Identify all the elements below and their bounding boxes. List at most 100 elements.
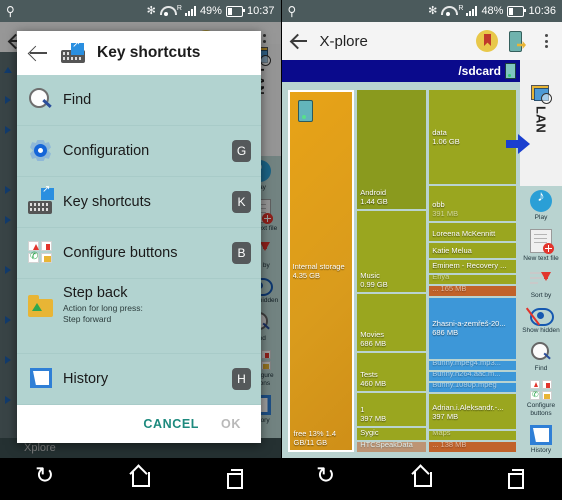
nav-back-icon[interactable] bbox=[316, 467, 340, 491]
treemap-tile[interactable]: Music 0.99 GB bbox=[357, 210, 427, 293]
tile-label: 1 bbox=[360, 404, 365, 414]
button-grid-icon bbox=[530, 380, 552, 400]
bluetooth-icon: ✻ bbox=[146, 4, 156, 17]
tile-size: 397 MB bbox=[360, 413, 387, 423]
keyboard-shortcut-icon bbox=[61, 39, 85, 63]
treemap-tile[interactable]: Movies 686 MB bbox=[357, 294, 427, 351]
dialog-row-key-shortcuts[interactable]: Key shortcuts K bbox=[17, 177, 261, 228]
battery-icon bbox=[225, 5, 245, 17]
tile-label: HTCSpeakData bbox=[360, 442, 413, 449]
treemap-tile[interactable]: HTCSpeakData bbox=[357, 442, 427, 452]
roaming-indicator: R bbox=[176, 5, 182, 12]
treemap-tile[interactable]: Android 1.44 GB bbox=[357, 90, 427, 209]
clock-left: 10:37 bbox=[246, 5, 275, 17]
dialog-item-list[interactable]: Find Configuration G Key shortcuts K bbox=[17, 75, 261, 405]
path-bar[interactable]: /sdcard bbox=[281, 60, 520, 82]
nav-home-icon[interactable] bbox=[128, 467, 152, 491]
dialog-row-label: Key shortcuts bbox=[63, 194, 151, 210]
toolbar-label: Sort by bbox=[530, 292, 552, 299]
overflow-menu-icon[interactable] bbox=[538, 34, 554, 48]
gear-icon bbox=[27, 136, 57, 166]
dialog-row-label: Find bbox=[63, 92, 92, 108]
dialog-row-label: Configure buttons bbox=[63, 245, 178, 261]
roaming-indicator: R bbox=[458, 5, 464, 12]
status-bar-left-icons: ⚲ bbox=[288, 4, 429, 17]
toolbar-label: Show hidden bbox=[522, 327, 560, 334]
dialog-row-configuration[interactable]: Configuration G bbox=[17, 126, 261, 177]
image-search-icon[interactable] bbox=[531, 85, 552, 104]
toolbar-button-find[interactable]: Find bbox=[520, 338, 562, 376]
tile-size: 391 MB bbox=[432, 208, 459, 218]
treemap-view[interactable]: Internal storage 4.35 GB free 13% 1.4 GB… bbox=[281, 82, 562, 458]
toolbar-label: Configure buttons bbox=[526, 402, 556, 417]
toolbar-button-history[interactable]: History bbox=[520, 421, 562, 458]
treemap-tile[interactable]: Tests 460 MB bbox=[357, 352, 427, 391]
treemap-tile[interactable]: Internal storage 4.35 GB free 13% 1.4 GB… bbox=[287, 90, 355, 452]
treemap-tile[interactable]: Enya bbox=[429, 275, 516, 284]
nav-recents-icon[interactable] bbox=[503, 467, 527, 491]
tile-label: ... 165 MB bbox=[432, 286, 467, 293]
back-arrow-icon[interactable] bbox=[290, 31, 310, 51]
treemap-tile[interactable]: Eminem - Recovery ... bbox=[429, 259, 516, 274]
treemap-tile[interactable]: data 1.06 GB bbox=[429, 90, 516, 185]
toolbar-button-show-hidden[interactable]: Show hidden bbox=[520, 303, 562, 338]
treemap-tile[interactable]: Sygic bbox=[357, 427, 427, 441]
dialog-row-find[interactable]: Find bbox=[17, 75, 261, 126]
usb-icon: ⚲ bbox=[6, 3, 15, 19]
treemap-tile[interactable]: Zhasni-a-zemřeš-20... 686 MB bbox=[429, 297, 516, 360]
treemap-tile[interactable]: Katie Melua bbox=[429, 242, 516, 258]
tile-label: Maps bbox=[432, 431, 451, 438]
tile-label: Eminem - Recovery ... bbox=[432, 261, 507, 271]
wifi-icon bbox=[441, 6, 459, 16]
toolbar-button-sort-by[interactable]: Sort by bbox=[520, 266, 562, 303]
treemap-tile[interactable]: Loreena McKennitt bbox=[429, 222, 516, 241]
dialog-row-history[interactable]: History H bbox=[17, 354, 261, 405]
toolbar-button-new-text-file[interactable]: New text file bbox=[520, 225, 562, 266]
magnifier-icon bbox=[27, 85, 57, 115]
magnifier-icon bbox=[530, 342, 552, 363]
treemap-column-level-1: Android 1.44 GB Music 0.99 GB Movies 686… bbox=[357, 90, 427, 452]
shortcut-key-badge[interactable]: G bbox=[232, 140, 251, 162]
treemap-tile[interactable]: Bunny.1080p.mpeg bbox=[429, 382, 516, 392]
phone-transfer-icon[interactable] bbox=[508, 30, 528, 52]
treemap-tile[interactable]: obb 391 MB bbox=[429, 186, 516, 221]
shortcut-key-badge[interactable]: H bbox=[232, 368, 251, 390]
back-arrow-icon[interactable] bbox=[29, 43, 49, 63]
toolbar-button-play[interactable]: Play bbox=[520, 186, 562, 225]
treemap-tile[interactable]: ... 138 MB bbox=[429, 442, 516, 453]
nav-back-icon[interactable] bbox=[35, 467, 59, 491]
free-space-label: free 13% bbox=[293, 429, 324, 438]
tile-label: Bunny.mpeg4.mp3... bbox=[432, 361, 501, 367]
new-text-file-icon bbox=[530, 229, 554, 254]
disk-usage-treemap[interactable]: Internal storage 4.35 GB free 13% 1.4 GB… bbox=[282, 82, 521, 458]
dialog-row-configure-buttons[interactable]: Configure buttons B bbox=[17, 228, 261, 279]
wifi-icon bbox=[159, 6, 177, 16]
nav-recents-icon[interactable] bbox=[222, 467, 246, 491]
right-arrow-icon[interactable] bbox=[506, 134, 532, 154]
nav-home-icon[interactable] bbox=[410, 467, 434, 491]
keyboard-icon bbox=[27, 184, 57, 217]
dialog-row-step-back[interactable]: Step back Action for long press: Step fo… bbox=[17, 279, 261, 354]
tile-label: Zhasni-a-zemřeš-20... bbox=[432, 319, 506, 329]
signal-bars-icon bbox=[466, 6, 478, 16]
treemap-tile[interactable]: Bunny.h264.aac.m... bbox=[429, 372, 516, 381]
treemap-tile[interactable]: Adrian.i.Aleksandr.-... 397 MB bbox=[429, 393, 516, 430]
treemap-tile[interactable]: Maps bbox=[429, 431, 516, 441]
treemap-tile[interactable]: Bunny.mpeg4.mp3... bbox=[429, 361, 516, 370]
history-icon bbox=[530, 425, 552, 445]
treemap-column-storage: Internal storage 4.35 GB free 13% 1.4 GB… bbox=[287, 90, 355, 452]
cancel-button[interactable]: CANCEL bbox=[143, 417, 199, 431]
lan-label: LAN bbox=[533, 106, 549, 133]
treemap-tile[interactable]: ... 165 MB bbox=[429, 286, 516, 296]
treemap-tile[interactable]: 1 397 MB bbox=[357, 392, 427, 426]
toolbar-button-configure-buttons[interactable]: Configure buttons bbox=[520, 376, 562, 421]
shortcut-key-badge[interactable]: B bbox=[232, 242, 251, 264]
play-music-icon bbox=[530, 188, 552, 212]
tile-label: Enya bbox=[432, 275, 450, 281]
battery-percent-right: 48% bbox=[481, 5, 504, 17]
bookmark-icon[interactable] bbox=[476, 30, 498, 52]
tile-label: Adrian.i.Aleksandr.-... bbox=[432, 402, 504, 412]
shortcut-key-badge[interactable]: K bbox=[232, 191, 251, 213]
dialog-header: Key shortcuts bbox=[17, 31, 261, 75]
show-hidden-icon bbox=[525, 307, 554, 326]
